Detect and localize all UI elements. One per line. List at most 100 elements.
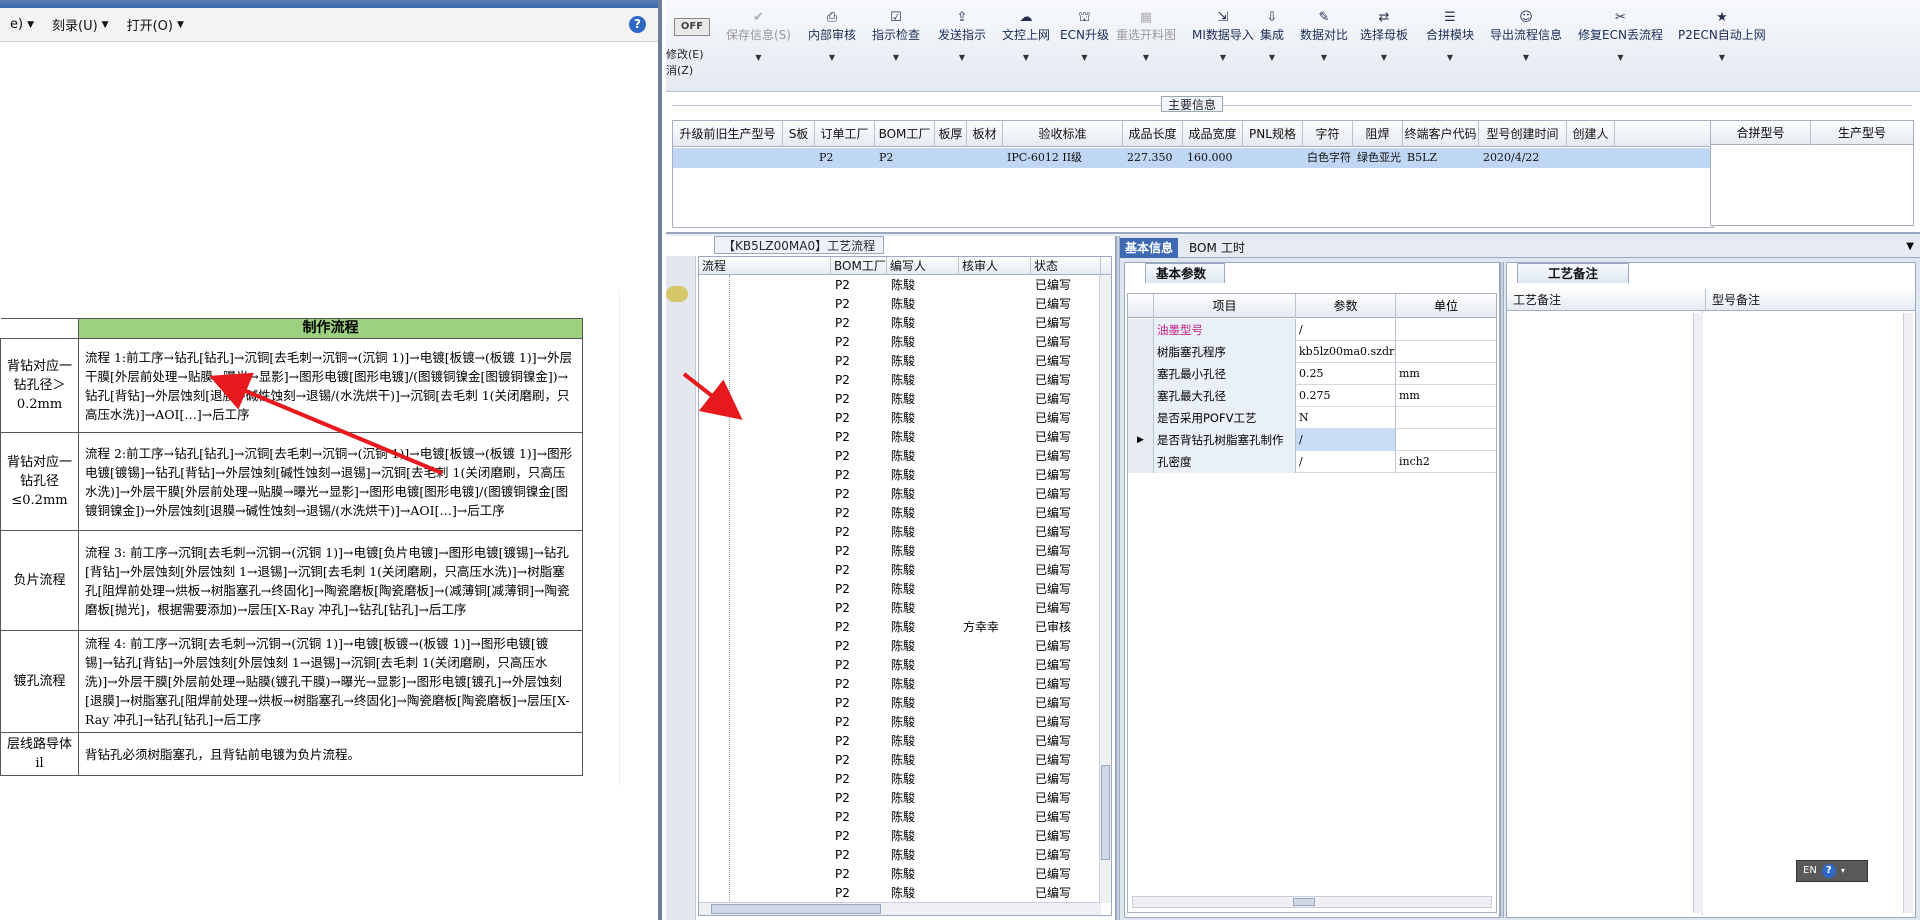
table-row[interactable]: 油墨型号 / — [1128, 319, 1496, 341]
tree-row[interactable]: −字符P2陈駿已编写 — [699, 599, 1111, 618]
chevron-down-icon[interactable]: ▼ — [1906, 241, 1914, 252]
tree-row[interactable]: 入库P2陈駿已编写 — [699, 884, 1111, 903]
toolbar-button-4[interactable]: ☁ 文控上网 ▼ — [1002, 10, 1050, 62]
main-info-column[interactable]: 板厚 — [935, 121, 967, 147]
param-value[interactable]: 0.25 — [1296, 363, 1396, 385]
help-icon[interactable]: ? — [629, 16, 646, 33]
main-info-column[interactable]: 验收标准 — [1003, 121, 1123, 147]
params-column-unit[interactable]: 单位 — [1396, 294, 1496, 318]
model-remark-textarea[interactable] — [1705, 311, 1915, 915]
param-value[interactable]: 0.275 — [1296, 385, 1396, 407]
param-value[interactable]: kb5lz00ma0.szdrl — [1296, 341, 1396, 363]
scroll-thumb[interactable] — [1101, 765, 1110, 860]
tree-row[interactable]: 退膜2P2陈駿已编写 — [699, 352, 1111, 371]
main-info-column[interactable]: 阻焊 — [1353, 121, 1403, 147]
tree-row[interactable]: −电子测试P2陈駿已编写 — [699, 656, 1111, 675]
toolbar-button-11[interactable]: ☰ 合拼模块 ▼ — [1426, 10, 1474, 62]
flow-column[interactable]: 状态 — [1031, 257, 1101, 275]
tree-row[interactable]: 丝印P2陈駿已编写 — [699, 523, 1111, 542]
tree-row[interactable]: −电子测试1P2陈駿已编写 — [699, 447, 1111, 466]
tree-row[interactable]: −AOI1P2陈駿已编写 — [699, 409, 1111, 428]
toolbar-button-12[interactable]: ☺ 导出流程信息 ▼ — [1490, 10, 1562, 62]
toolbar-button-3[interactable]: ⇪ 发送指示 ▼ — [938, 10, 986, 62]
horizontal-scrollbar[interactable] — [699, 902, 1101, 915]
toolbar-button-5[interactable]: ⛫ ECN升级 ▼ — [1060, 10, 1109, 62]
horizontal-scrollbar[interactable] — [1132, 896, 1492, 908]
flow-column[interactable]: 编写人 — [887, 257, 959, 275]
help-icon[interactable]: ? — [1821, 864, 1836, 878]
main-info-column[interactable]: 创建人 — [1567, 121, 1615, 147]
main-info-column[interactable]: 板材 — [967, 121, 1003, 147]
vertical-scrollbar[interactable] — [1693, 313, 1703, 913]
toolbar-button-8[interactable]: ⇩ 集成 ▼ — [1260, 10, 1284, 62]
table-row[interactable]: 是否采用POFV工艺 N — [1128, 407, 1496, 429]
tree-row[interactable]: 外观检查P2陈駿已编写 — [699, 808, 1111, 827]
cancel-menu[interactable]: 消(Z) — [666, 62, 693, 78]
main-info-column[interactable]: 订单工厂 — [815, 121, 875, 147]
flow-column[interactable]: 核审人 — [959, 257, 1031, 275]
scroll-thumb[interactable] — [1293, 898, 1315, 906]
tree-row[interactable]: 功能检查P2陈駿已编写 — [699, 789, 1111, 808]
main-info-column[interactable]: 终端客户代码 — [1403, 121, 1479, 147]
tree-row[interactable]: 终固化P2陈駿已编写 — [699, 637, 1111, 656]
off-toggle[interactable]: OFF — [674, 18, 710, 36]
tree-row[interactable]: 曝光P2陈駿已编写 — [699, 561, 1111, 580]
table-row[interactable]: P2 P2 IPC-6012 II级 227.350 160.000 白色字符 绿色亚光 B5… — [673, 148, 1713, 168]
tree-row[interactable]: 预烘P2陈駿已编写 — [699, 542, 1111, 561]
main-info-column[interactable]: BOM工厂 — [875, 121, 935, 147]
main-info-column[interactable]: 成品宽度 — [1183, 121, 1243, 147]
craft-remark-textarea[interactable] — [1507, 311, 1703, 915]
main-info-column[interactable]: 型号创建时间 — [1479, 121, 1567, 147]
main-info-column[interactable]: 成品长度 — [1123, 121, 1183, 147]
tree-row[interactable]: −包装P2陈駿已编写 — [699, 827, 1111, 846]
table-row[interactable]: 孔密度 / inch2 — [1128, 451, 1496, 473]
toolbar-button-10[interactable]: ⇄ 选择母板 ▼ — [1360, 10, 1408, 62]
tree-row[interactable]: 内包装P2陈駿已编写 — [699, 846, 1111, 865]
param-value[interactable]: N — [1296, 407, 1396, 429]
tree-row[interactable]: 阻焊前处理P2陈駿已编写 — [699, 504, 1111, 523]
tree-row[interactable]: 碱性蚀刻2P2陈駿已编写 — [699, 371, 1111, 390]
main-info-column[interactable]: PNL规格 — [1243, 121, 1303, 147]
tree-row[interactable]: −阻焊P2陈駿已编写 — [699, 485, 1111, 504]
tree-row[interactable]: −成品仓P2陈駿已编写 — [699, 865, 1111, 884]
toolbar-button-7[interactable]: ⇲ MI数据导入 ▼ — [1192, 10, 1254, 62]
flow-column[interactable]: BOM工厂 — [831, 257, 887, 275]
tree-row[interactable]: 外层AOI1P2陈駿已编写 — [699, 428, 1111, 447]
tree-row[interactable]: −外形P2陈駿已编写 — [699, 713, 1111, 732]
production-model-column[interactable]: 生产型号 — [1811, 121, 1913, 145]
ime-language-bar[interactable]: EN ? ▾ — [1796, 860, 1868, 882]
toolbar-button-0[interactable]: ✔ 保存信息(S) ▼ — [726, 10, 791, 62]
tree-row[interactable]: −钻孔3P2陈駿已编写 — [699, 295, 1111, 314]
toolbar-button-13[interactable]: ✂ 修复ECN丢流程 ▼ — [1578, 10, 1663, 62]
table-row[interactable]: 塞孔最小孔径 0.25 mm — [1128, 363, 1496, 385]
param-value[interactable]: / — [1296, 429, 1396, 451]
params-column-item[interactable]: 项目 — [1154, 294, 1296, 318]
toolbar-button-6[interactable]: ▦ 重选开料图 ▼ — [1116, 10, 1176, 62]
tree-row[interactable]: 水洗烘干P2陈駿已编写 — [699, 276, 1111, 295]
tree-row[interactable]: 背钻3P2陈駿已编写 — [699, 314, 1111, 333]
tree-row[interactable]: 铣板P2陈駿已编写 — [699, 732, 1111, 751]
tree-row[interactable]: −外层蚀刻2P2陈駿已编写 — [699, 333, 1111, 352]
toolbar-button-9[interactable]: ✎ 数据对比 ▼ — [1300, 10, 1348, 62]
tree-row[interactable]: 低阻测试1P2陈駿已编写 — [699, 466, 1111, 485]
tree-row[interactable]: 显影P2陈駿已编写 — [699, 580, 1111, 599]
vertical-scrollbar[interactable] — [1903, 313, 1913, 913]
vertical-scrollbar[interactable] — [1099, 275, 1111, 903]
tree-row[interactable]: 阻抗测试P2陈駿已编写 — [699, 675, 1111, 694]
main-info-column[interactable]: 升级前旧生产型号 — [673, 121, 783, 147]
doc-menu-burn[interactable]: 刻录(U) ▼ — [52, 15, 109, 34]
tab-work-hours[interactable]: 工时 — [1216, 238, 1250, 258]
edit-menu[interactable]: 修改(E) — [666, 46, 704, 62]
toolbar-button-2[interactable]: ☑ 指示检查 ▼ — [872, 10, 920, 62]
tree-row[interactable]: 成品清洗P2陈駿已编写 — [699, 751, 1111, 770]
table-row[interactable]: 塞孔最大孔径 0.275 mm — [1128, 385, 1496, 407]
tab-basic-info[interactable]: 基本信息 — [1120, 238, 1179, 258]
main-info-column[interactable]: 字符 — [1303, 121, 1353, 147]
params-column-value[interactable]: 参数 — [1296, 294, 1396, 318]
splitter[interactable] — [1500, 262, 1504, 918]
main-info-column[interactable]: S板 — [783, 121, 815, 147]
tree-row[interactable]: 水洗烘干2P2陈駿已编写 — [699, 390, 1111, 409]
toolbar-button-14[interactable]: ★ P2ECN自动上网 ▼ — [1678, 10, 1766, 62]
doc-menu-item[interactable]: e) ▼ — [10, 17, 34, 32]
param-value[interactable]: / — [1296, 319, 1396, 341]
